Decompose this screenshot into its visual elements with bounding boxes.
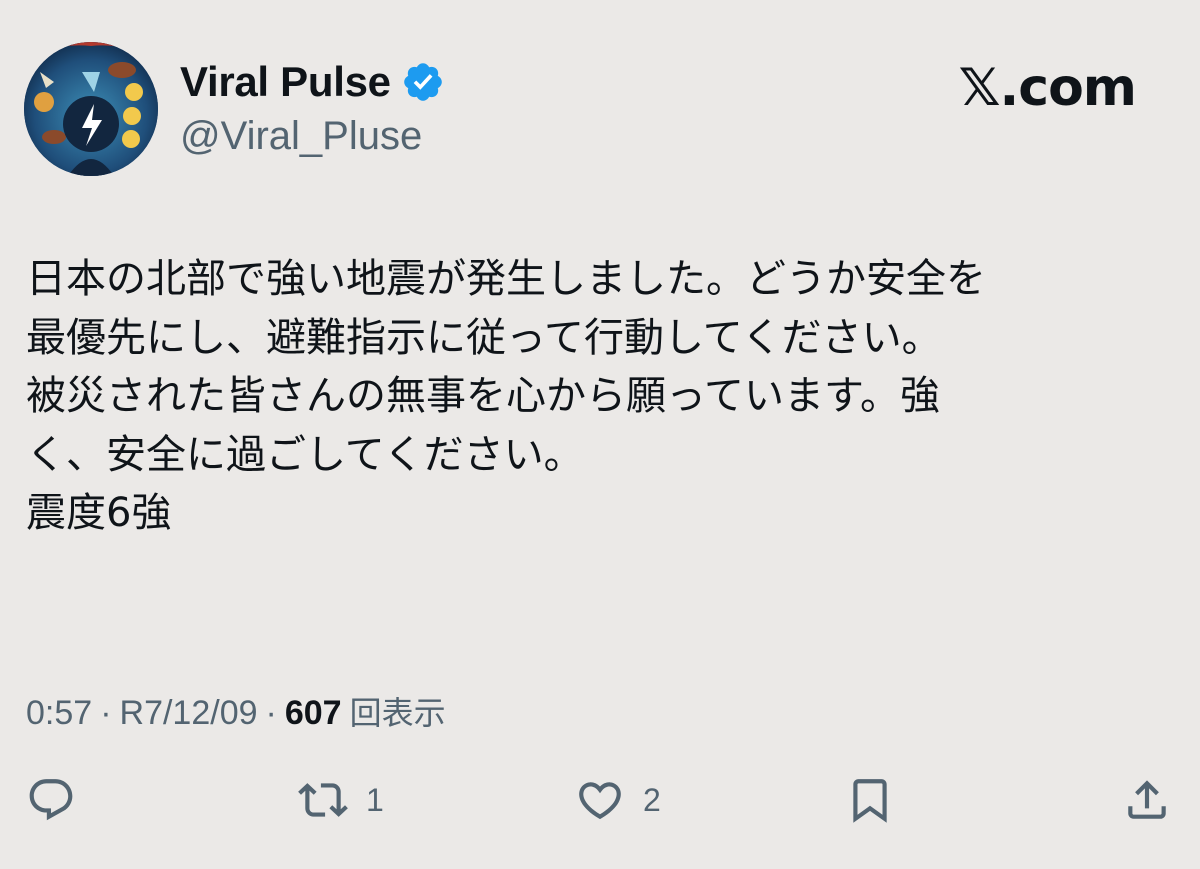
views-count[interactable]: 607 xyxy=(285,694,342,733)
bookmark-button[interactable] xyxy=(845,775,895,825)
tweet-meta: 0:57 · R7/12/09 · 607 回表示 xyxy=(26,688,446,734)
display-name[interactable]: Viral Pulse xyxy=(180,58,391,106)
reply-icon xyxy=(29,779,73,821)
avatar-image xyxy=(24,42,158,176)
retweet-icon xyxy=(298,783,348,817)
share-button[interactable] xyxy=(1122,775,1172,825)
verified-badge-icon xyxy=(401,60,445,104)
meta-separator: · xyxy=(100,694,112,732)
retweet-count: 1 xyxy=(366,781,384,818)
share-icon xyxy=(1128,780,1166,819)
x-logo-brand: 𝕏.com xyxy=(958,58,1137,118)
like-button[interactable]: 2 xyxy=(575,775,661,825)
meta-separator: · xyxy=(265,694,277,732)
bookmark-icon xyxy=(853,779,887,823)
heart-icon xyxy=(579,782,621,820)
like-count: 2 xyxy=(643,781,661,818)
author-name-row: Viral Pulse xyxy=(180,58,445,106)
tweet-date[interactable]: R7/12/09 xyxy=(120,694,258,733)
views-label: 回表示 xyxy=(349,694,446,732)
author-handle[interactable]: @Viral_Pluse xyxy=(180,114,422,159)
tweet-time[interactable]: 0:57 xyxy=(26,694,92,733)
tweet-text: 日本の北部で強い地震が発生しました。どうか安全を 最優先にし、避難指示に従って行… xyxy=(26,256,986,536)
reply-button[interactable] xyxy=(26,775,76,825)
action-bar: 1 2 xyxy=(0,775,1200,839)
retweet-button[interactable]: 1 xyxy=(298,775,384,825)
avatar[interactable] xyxy=(24,42,158,176)
